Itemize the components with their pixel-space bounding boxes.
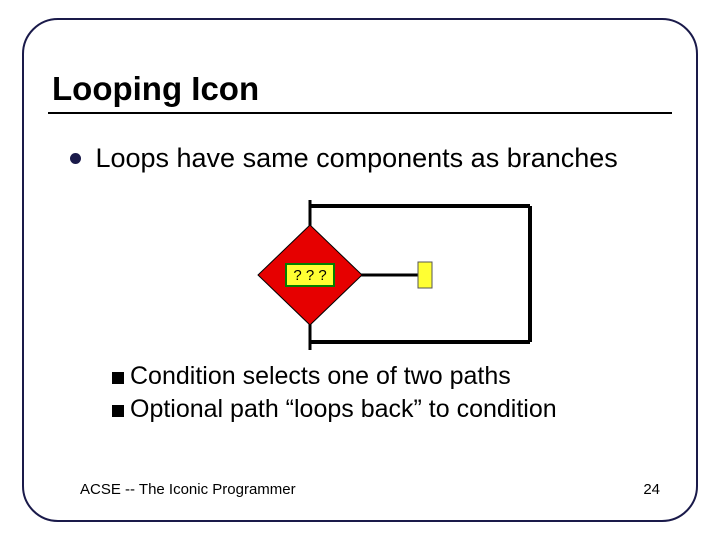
- bullet-square-icon: [112, 405, 124, 417]
- main-bullet: Loops have same components as branches: [70, 142, 618, 174]
- main-bullet-text: Loops have same components as branches: [95, 142, 617, 174]
- sub-bullet: Optional path “loops back” to condition: [112, 395, 557, 424]
- slide-title: Looping Icon: [52, 70, 259, 108]
- loop-diagram: ? ? ?: [200, 200, 560, 350]
- sub-bullet-list: Condition selects one of two paths Optio…: [112, 362, 557, 428]
- title-underline: [48, 112, 672, 114]
- bullet-dot-icon: [70, 153, 81, 164]
- sub-bullet-text: Condition selects one of two paths: [130, 362, 511, 391]
- page-number: 24: [643, 481, 660, 498]
- sub-bullet-text: Optional path “loops back” to condition: [130, 395, 557, 424]
- footer-text: ACSE -- The Iconic Programmer: [80, 481, 296, 498]
- decision-label: ? ? ?: [293, 267, 326, 284]
- bullet-square-icon: [112, 372, 124, 384]
- sub-bullet: Condition selects one of two paths: [112, 362, 557, 391]
